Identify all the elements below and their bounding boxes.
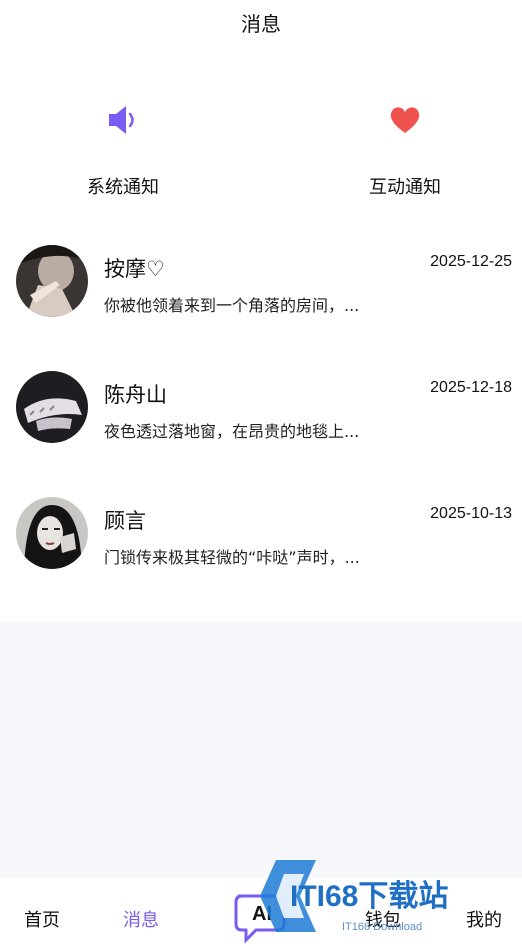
interaction-notification-label: 互动通知: [369, 177, 441, 198]
heart-icon: [325, 95, 485, 145]
conversation-name: 顾言: [104, 509, 146, 533]
watermark-sub: IT168 Download: [342, 921, 422, 933]
interaction-notification-button[interactable]: 互动通知: [325, 95, 485, 199]
conversation-list: 按摩♡ 2025-12-25 你被他领着来到一个角落的房间，... 陈舟山 20…: [0, 225, 522, 603]
conversation-date: 2025-12-25: [430, 253, 512, 270]
conversation-date: 2025-12-18: [430, 379, 512, 396]
header: 消息: [0, 0, 522, 44]
avatar: [16, 245, 88, 317]
tab-home[interactable]: 首页: [24, 906, 60, 932]
watermark: ITI68下载站 IT168 Download: [256, 856, 516, 936]
system-notification-label: 系统通知: [87, 177, 159, 198]
conversation-item[interactable]: 按摩♡ 2025-12-25 你被他领着来到一个角落的房间，...: [0, 225, 522, 351]
conversation-name: 按摩♡: [104, 257, 165, 281]
avatar: [16, 371, 88, 443]
conversation-item[interactable]: 陈舟山 2025-12-18 夜色透过落地窗，在昂贵的地毯上...: [0, 351, 522, 477]
conversation-item[interactable]: 顾言 2025-10-13 门锁传来极其轻微的“咔哒”声时，...: [0, 477, 522, 603]
speaker-icon: [43, 95, 203, 145]
empty-area: [0, 622, 522, 878]
notification-shortcuts: 系统通知 互动通知: [0, 95, 522, 205]
conversation-preview: 门锁传来极其轻微的“咔哒”声时，...: [104, 548, 360, 567]
watermark-brand: ITI68下载站: [290, 880, 448, 913]
page-title: 消息: [241, 11, 281, 36]
avatar: [16, 497, 88, 569]
tab-messages[interactable]: 消息: [123, 906, 159, 932]
conversation-date: 2025-10-13: [430, 505, 512, 522]
conversation-preview: 夜色透过落地窗，在昂贵的地毯上...: [104, 422, 360, 441]
conversation-name: 陈舟山: [104, 383, 167, 407]
system-notification-button[interactable]: 系统通知: [43, 95, 203, 199]
conversation-preview: 你被他领着来到一个角落的房间，...: [104, 296, 360, 315]
